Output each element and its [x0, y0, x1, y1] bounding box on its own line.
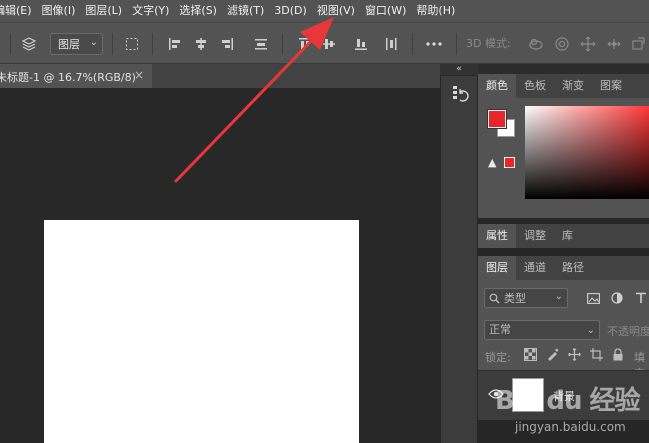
- history-icon[interactable]: [450, 84, 470, 104]
- menu-view[interactable]: 视图(V): [312, 0, 360, 22]
- 3d-slide-icon[interactable]: [604, 23, 624, 65]
- filter-kind-label: 类型: [504, 292, 526, 305]
- divider: [152, 33, 153, 55]
- tab-properties[interactable]: 属性: [478, 224, 516, 248]
- properties-panel-tabs: 属性 调整 库: [478, 224, 649, 248]
- search-icon: [489, 293, 500, 303]
- color-spectrum-picker[interactable]: [525, 106, 649, 199]
- divider: [10, 33, 11, 55]
- dropdown-value: 图层: [58, 38, 80, 51]
- tab-libraries[interactable]: 库: [554, 224, 581, 248]
- divider: [456, 33, 457, 55]
- menu-select[interactable]: 选择(S): [174, 0, 222, 22]
- align-left-icon[interactable]: [166, 23, 184, 65]
- lock-image-pixels-icon[interactable]: [546, 348, 560, 362]
- transform-controls-icon[interactable]: [120, 23, 144, 65]
- blend-mode-dropdown[interactable]: 正常 ⌄: [484, 320, 600, 340]
- tab-color[interactable]: 颜色: [478, 74, 516, 98]
- document-tab[interactable]: 未标题-1 @ 16.7%(RGB/8) ×: [0, 64, 152, 88]
- tab-channels[interactable]: 通道: [516, 256, 554, 280]
- 3d-scale-icon[interactable]: [628, 23, 648, 65]
- tab-patterns[interactable]: 图案: [592, 74, 630, 98]
- panel-header-strip: [478, 64, 649, 74]
- auto-select-target-dropdown[interactable]: 图层 ⌄: [50, 33, 103, 55]
- divider: [412, 33, 413, 55]
- layer-filter-dropdown[interactable]: 类型 ⌄: [484, 288, 568, 308]
- align-vertical-center-icon[interactable]: [320, 23, 338, 65]
- 3d-roll-icon[interactable]: [552, 23, 572, 65]
- lock-label: 锁定:: [485, 351, 511, 364]
- opacity-label: 不透明度: [607, 325, 649, 338]
- lock-row: 锁定: 填充: [478, 344, 649, 380]
- menu-help[interactable]: 帮助(H): [411, 0, 460, 22]
- align-top-icon[interactable]: [296, 23, 314, 65]
- adjustment-filter-icon[interactable]: [608, 288, 626, 308]
- panel-dock: [440, 76, 478, 443]
- close-icon[interactable]: ×: [134, 68, 144, 82]
- tab-adjustments[interactable]: 调整: [516, 224, 554, 248]
- align-right-icon[interactable]: [218, 23, 236, 65]
- gamut-warning-icon: ▲: [488, 156, 497, 169]
- blend-row: 正常 ⌄ 不透明度: [478, 318, 649, 344]
- menu-edit[interactable]: 编辑(E): [0, 0, 37, 22]
- layer-row[interactable]: 背景: [478, 370, 649, 420]
- foreground-color-swatch[interactable]: [487, 109, 507, 129]
- chevron-down-icon: ⌄: [89, 37, 98, 48]
- align-bottom-icon[interactable]: [352, 23, 370, 65]
- document-tab-title: 未标题-1 @ 16.7%(RGB/8): [0, 71, 136, 84]
- layer-name: 背景: [553, 390, 575, 403]
- document-canvas[interactable]: [44, 220, 359, 443]
- options-bar: 图层 ⌄ 3D 模式:: [0, 22, 649, 64]
- auto-select-layers-icon[interactable]: [18, 23, 40, 65]
- collapse-panels-icon[interactable]: «: [440, 64, 478, 76]
- tab-swatches[interactable]: 色板: [516, 74, 554, 98]
- blend-mode-value: 正常: [489, 323, 511, 336]
- lock-transparent-pixels-icon[interactable]: [524, 348, 538, 362]
- distribute-vertical-icon[interactable]: [252, 23, 270, 65]
- color-panel-tabs: 颜色 色板 渐变 图案: [478, 74, 649, 98]
- chevron-down-icon: ⌄: [586, 325, 595, 336]
- tab-gradients[interactable]: 渐变: [554, 74, 592, 98]
- color-panel: ▲: [478, 98, 649, 218]
- lock-artboard-icon[interactable]: [590, 348, 604, 362]
- menu-type[interactable]: 文字(Y): [127, 0, 174, 22]
- divider: [112, 33, 113, 55]
- 3d-orbit-icon[interactable]: [526, 23, 546, 65]
- layers-panel-tabs: 图层 通道 路径: [478, 256, 649, 280]
- menu-filter[interactable]: 滤镜(T): [222, 0, 269, 22]
- image-filter-icon[interactable]: [584, 288, 602, 308]
- gamut-correction-swatch[interactable]: [504, 157, 515, 168]
- layer-thumbnail[interactable]: [512, 378, 544, 412]
- distribute-horizontal-icon[interactable]: [382, 23, 400, 65]
- 3d-pan-icon[interactable]: [578, 23, 598, 65]
- lock-position-icon[interactable]: [568, 348, 582, 362]
- 3d-mode-label: 3D 模式:: [466, 37, 511, 50]
- menu-window[interactable]: 窗口(W): [360, 0, 411, 22]
- menu-3d[interactable]: 3D(D): [269, 0, 312, 22]
- tab-paths[interactable]: 路径: [554, 256, 592, 280]
- document-tab-bar: 未标题-1 @ 16.7%(RGB/8) ×: [0, 64, 440, 88]
- chevron-down-icon: ⌄: [554, 291, 563, 302]
- align-horizontal-center-icon[interactable]: [192, 23, 210, 65]
- canvas-area[interactable]: [0, 88, 440, 443]
- more-options-icon[interactable]: [422, 23, 446, 65]
- tab-layers[interactable]: 图层: [478, 256, 516, 280]
- menu-image[interactable]: 图像(I): [37, 0, 81, 22]
- menu-bar: 编辑(E) 图像(I) 图层(L) 文字(Y) 选择(S) 滤镜(T) 3D(D…: [0, 0, 649, 22]
- menu-layer[interactable]: 图层(L): [80, 0, 127, 22]
- eye-icon[interactable]: [488, 388, 504, 402]
- type-filter-icon[interactable]: [632, 288, 649, 308]
- divider: [282, 33, 283, 55]
- lock-all-icon[interactable]: [612, 348, 626, 362]
